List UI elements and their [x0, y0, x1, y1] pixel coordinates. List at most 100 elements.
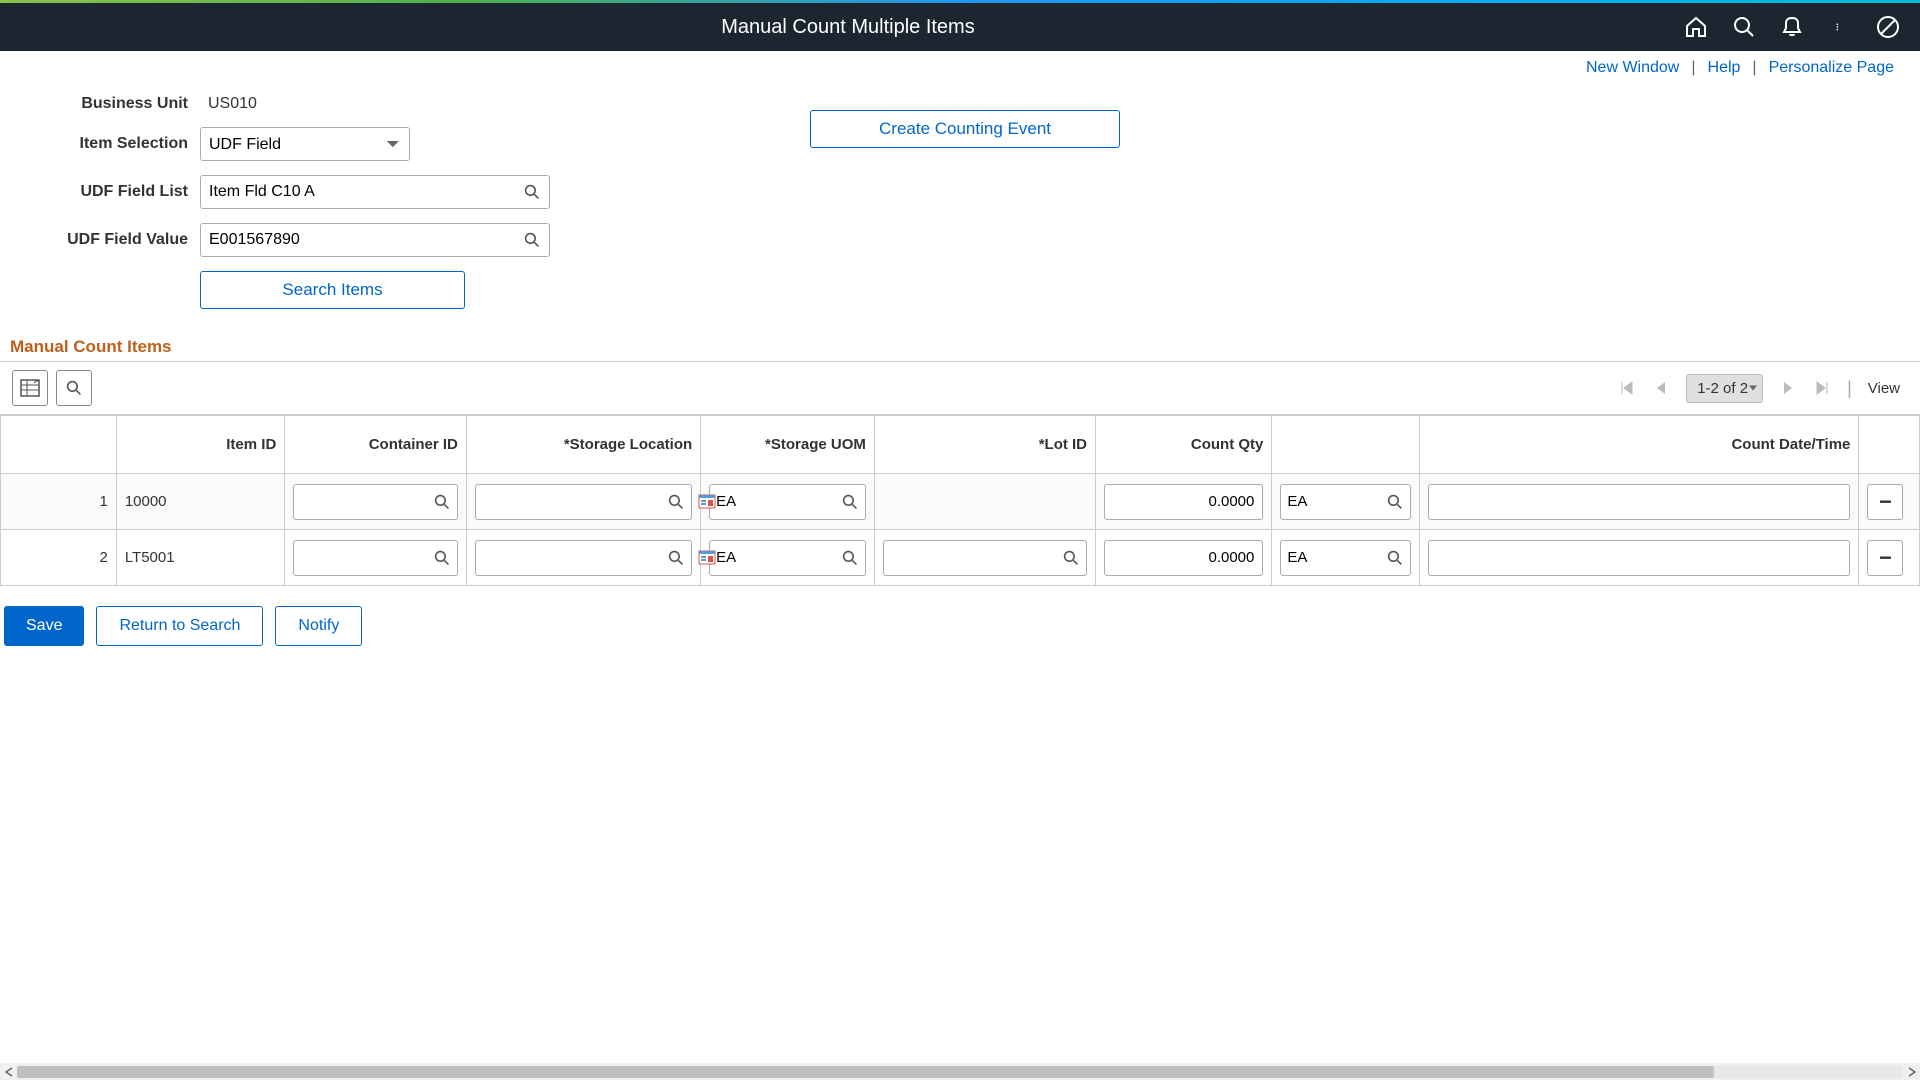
storage-uom-input-wrap — [709, 484, 866, 520]
container-id-input[interactable] — [294, 545, 427, 570]
count-date-input[interactable] — [1428, 484, 1851, 520]
menu-dots-icon[interactable] — [1828, 15, 1852, 39]
create-counting-event-button[interactable]: Create Counting Event — [810, 110, 1120, 148]
header-icon-group — [1684, 15, 1908, 39]
separator: | — [1752, 59, 1756, 77]
count-date-input[interactable] — [1428, 540, 1851, 576]
container-id-input[interactable] — [294, 489, 427, 514]
udf-field-list-input-wrap — [200, 175, 550, 209]
container-id-lookup-btn[interactable] — [427, 541, 457, 575]
col-lot-id[interactable]: *Lot ID — [874, 416, 1095, 474]
item-id-cell: 10000 — [116, 474, 284, 530]
return-to-search-button[interactable]: Return to Search — [96, 606, 263, 646]
search-icon[interactable] — [1732, 15, 1756, 39]
home-icon[interactable] — [1684, 15, 1708, 39]
udf-field-list-input[interactable] — [201, 179, 515, 205]
col-count-date[interactable]: Count Date/Time — [1419, 416, 1859, 474]
table-row: 110000 − — [1, 474, 1920, 530]
item-selection-select[interactable]: UDF Field — [200, 127, 410, 161]
storage-uom-input-wrap — [709, 540, 866, 576]
separator: | — [1691, 59, 1695, 77]
count-items-table: Item ID Container ID *Storage Location *… — [0, 415, 1920, 586]
lot-id-lookup-btn[interactable] — [1056, 541, 1086, 575]
personalize-link[interactable]: Personalize Page — [1769, 59, 1894, 77]
storage-location-lookup-btn[interactable] — [661, 485, 691, 519]
scroll-thumb[interactable] — [17, 1066, 1714, 1078]
storage-uom-input[interactable] — [710, 489, 835, 514]
container-id-input-wrap — [293, 484, 458, 520]
scroll-right-icon[interactable] — [1903, 1063, 1920, 1080]
col-storage-location[interactable]: *Storage Location — [466, 416, 700, 474]
scroll-track[interactable] — [17, 1066, 1903, 1078]
horizontal-scrollbar[interactable] — [0, 1063, 1920, 1080]
app-header: Manual Count Multiple Items — [0, 3, 1920, 51]
delete-row-button[interactable]: − — [1867, 540, 1903, 576]
count-qty-uom-input-wrap — [1280, 540, 1410, 576]
help-link[interactable]: Help — [1708, 59, 1741, 77]
delete-row-button[interactable]: − — [1867, 484, 1903, 520]
grid-find-button[interactable] — [56, 370, 92, 406]
udf-field-value-lookup-btn[interactable] — [515, 224, 549, 256]
table-row: 2LT5001 − — [1, 530, 1920, 586]
storage-uom-lookup-btn[interactable] — [835, 541, 865, 575]
udf-field-list-lookup-btn[interactable] — [515, 176, 549, 208]
col-item-id[interactable]: Item ID — [116, 416, 284, 474]
notify-button[interactable]: Notify — [275, 606, 362, 646]
col-container-id[interactable]: Container ID — [285, 416, 467, 474]
udf-field-value-label: UDF Field Value — [20, 231, 200, 249]
count-qty-uom-input[interactable] — [1281, 545, 1379, 570]
pager-separator: | — [1847, 378, 1852, 399]
top-links: New Window | Help | Personalize Page — [0, 51, 1920, 85]
col-storage-uom[interactable]: *Storage UOM — [701, 416, 875, 474]
view-all-link[interactable]: View — [1868, 380, 1900, 397]
business-unit-value: US010 — [200, 95, 257, 113]
col-count-qty[interactable]: Count Qty — [1096, 416, 1272, 474]
storage-location-input-wrap — [475, 540, 692, 576]
storage-location-input[interactable] — [476, 489, 661, 514]
lot-id-input[interactable] — [884, 545, 1056, 570]
container-id-input-wrap — [293, 540, 458, 576]
storage-uom-input[interactable] — [710, 545, 835, 570]
pager-last-icon[interactable] — [1813, 379, 1831, 397]
udf-field-value-input-wrap — [200, 223, 550, 257]
scroll-left-icon[interactable] — [0, 1063, 17, 1080]
storage-location-lookup-btn[interactable] — [661, 541, 691, 575]
udf-field-list-label: UDF Field List — [20, 183, 200, 201]
col-rownum — [1, 416, 117, 474]
storage-location-input-wrap — [475, 484, 692, 520]
grid-pager: 1-2 of 2 | View — [1618, 374, 1908, 403]
col-qty-uom — [1272, 416, 1419, 474]
pager-first-icon[interactable] — [1618, 379, 1636, 397]
search-items-button[interactable]: Search Items — [200, 271, 465, 309]
pager-count[interactable]: 1-2 of 2 — [1686, 374, 1763, 403]
udf-field-value-input[interactable] — [201, 227, 515, 253]
storage-uom-lookup-btn[interactable] — [835, 485, 865, 519]
storage-location-input[interactable] — [476, 545, 661, 570]
count-qty-uom-lookup-btn[interactable] — [1380, 541, 1410, 575]
row-number: 2 — [1, 530, 117, 586]
bell-icon[interactable] — [1780, 15, 1804, 39]
item-id-cell: LT5001 — [116, 530, 284, 586]
grid-title: Manual Count Items — [0, 333, 1920, 361]
count-qty-input[interactable] — [1104, 484, 1263, 520]
block-icon[interactable] — [1876, 15, 1900, 39]
lot-id-input-wrap — [883, 540, 1087, 576]
save-button[interactable]: Save — [4, 606, 84, 646]
row-number: 1 — [1, 474, 117, 530]
count-qty-uom-lookup-btn[interactable] — [1380, 485, 1410, 519]
footer-buttons: Save Return to Search Notify — [0, 586, 1920, 666]
container-id-lookup-btn[interactable] — [427, 485, 457, 519]
count-qty-uom-input[interactable] — [1281, 489, 1379, 514]
business-unit-label: Business Unit — [20, 95, 200, 113]
grid-toolbar: 1-2 of 2 | View — [0, 362, 1920, 415]
pager-next-icon[interactable] — [1779, 379, 1797, 397]
count-qty-input[interactable] — [1104, 540, 1263, 576]
new-window-link[interactable]: New Window — [1586, 59, 1679, 77]
pager-prev-icon[interactable] — [1652, 379, 1670, 397]
col-delete — [1859, 416, 1920, 474]
count-qty-uom-input-wrap — [1280, 484, 1410, 520]
grid-personalize-button[interactable] — [12, 370, 48, 406]
grid-wrap: 1-2 of 2 | View Item ID Container ID *St… — [0, 361, 1920, 586]
item-selection-label: Item Selection — [20, 135, 200, 153]
page-title: Manual Count Multiple Items — [12, 16, 1684, 39]
